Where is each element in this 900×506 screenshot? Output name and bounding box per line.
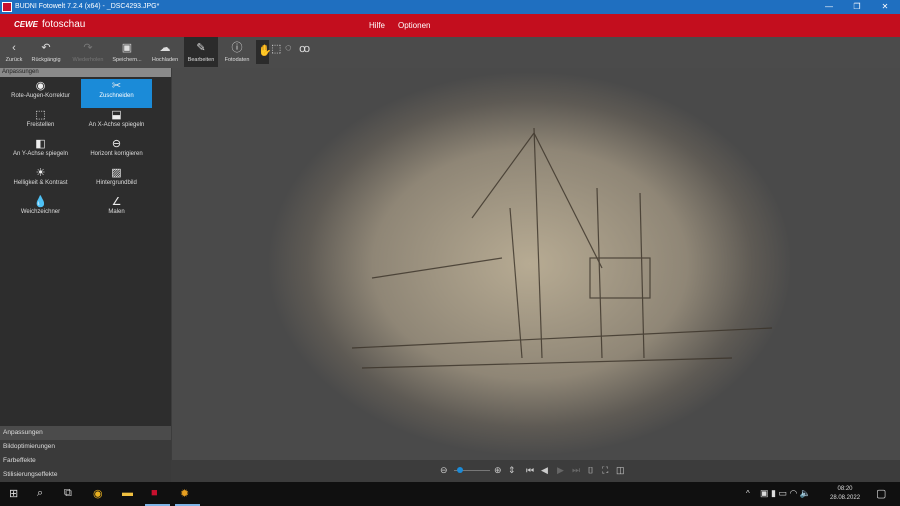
tray-chevron-icon[interactable]: ^: [746, 489, 750, 498]
tool-label: Freistellen: [26, 122, 55, 128]
tool-label: An Y-Achse spiegeln: [12, 151, 69, 157]
tool-malen[interactable]: ∠ Malen: [81, 195, 152, 224]
next-image-icon[interactable]: ▶: [557, 465, 564, 476]
windows-start-icon[interactable]: ⊞: [9, 487, 18, 500]
back-button[interactable]: ‹ Zurück: [2, 37, 26, 67]
edit-button[interactable]: ✎ Bearbeiten: [184, 37, 218, 67]
title-bar: BUDNI Fotowelt 7.2.4 (x64) - _DSC4293.JP…: [0, 0, 900, 14]
zoom-in-icon[interactable]: ⊕: [494, 465, 502, 476]
tool-icon: ∠: [111, 196, 122, 208]
redo-button[interactable]: ↷ Wiederholen: [68, 37, 108, 67]
lasso-select-icon[interactable]: ꝏ: [299, 42, 310, 55]
tool-icon: ⬓: [111, 109, 122, 121]
fit-icon[interactable]: ⇕: [508, 465, 516, 476]
tool-icon: ✂: [111, 80, 122, 92]
section-image-optimization[interactable]: Bildoptimierungen: [0, 440, 171, 454]
tool-icon: 💧: [33, 196, 48, 208]
tool-label: Weichzeichner: [20, 209, 61, 215]
photo-info-button[interactable]: ⓘ Fotodaten: [220, 37, 254, 67]
section-adjustments[interactable]: Anpassungen: [0, 426, 171, 440]
tool-icon: ⬚: [35, 109, 46, 121]
tool-zuschneiden[interactable]: ✂ Zuschneiden: [81, 79, 152, 108]
photo: [268, 72, 792, 456]
tool-label: Horizont korrigieren: [90, 151, 143, 157]
minimize-button[interactable]: —: [815, 0, 843, 14]
fullscreen-icon[interactable]: ⛶: [602, 465, 608, 476]
compare-icon[interactable]: ◫: [616, 465, 625, 476]
tool-icon: ◉: [35, 80, 46, 92]
tool-an-y-achse-spiegeln[interactable]: ◧ An Y-Achse spiegeln: [2, 137, 79, 166]
hand-tool-icon[interactable]: ✋: [256, 40, 272, 64]
menu-help[interactable]: Hilfe: [369, 21, 385, 30]
search-icon[interactable]: ⌕: [37, 487, 43, 500]
tool-label: Rote-Augen-Korrektur: [11, 93, 70, 99]
fotowelt-app-icon[interactable]: ■: [151, 487, 158, 499]
last-image-icon[interactable]: ⏭: [572, 465, 580, 476]
cloud-upload-icon: ☁: [159, 42, 171, 54]
tool-hintergrundbild[interactable]: ▨ Hintergrundbild: [81, 166, 152, 195]
window-title: BUDNI Fotowelt 7.2.4 (x64) - _DSC4293.JP…: [15, 3, 160, 10]
tool-label: Zuschneiden: [99, 93, 134, 99]
app-icon: [2, 2, 12, 12]
tool-label: Hintergrundbild: [96, 180, 137, 186]
notifications-icon[interactable]: ▢: [876, 487, 886, 500]
bookmark-icon[interactable]: ⌷: [588, 465, 593, 476]
image-canvas[interactable]: [172, 68, 900, 460]
maximize-button[interactable]: ❐: [843, 0, 871, 14]
tray-icons[interactable]: ▣ ▮ ▭ ◠ 🔈: [760, 488, 811, 499]
tool-icon: ▨: [111, 167, 122, 179]
tool-icon: ☀: [35, 167, 46, 179]
toolbar: ‹ Zurück ↶ Rückgängig ↷ Wiederholen ▣ Speich…: [0, 37, 900, 68]
undo-button[interactable]: ↶ Rückgängig: [28, 37, 64, 67]
tool-label: Helligkeit & Kontrast: [13, 180, 68, 186]
close-button[interactable]: ✕: [871, 0, 899, 14]
ellipse-select-icon[interactable]: ◌: [285, 42, 292, 54]
brand-bar: CEWE fotoschau Hilfe Optionen: [0, 14, 900, 37]
section-stylization-effects[interactable]: Stilisierungseffekte: [0, 468, 171, 482]
save-icon: ▣: [121, 42, 133, 54]
chevron-left-icon: ‹: [12, 42, 16, 54]
app-icon-2[interactable]: ✹: [180, 487, 189, 500]
panel-header: Anpassungen: [0, 68, 171, 77]
tool-label: An X-Achse spiegeln: [88, 122, 145, 128]
zoom-slider-knob[interactable]: [456, 467, 463, 473]
clock[interactable]: 08:20 28.08.2022: [830, 485, 860, 503]
save-button[interactable]: ▣ Speichern...: [110, 37, 144, 67]
info-icon: ⓘ: [231, 42, 243, 54]
file-explorer-icon[interactable]: ▬: [122, 487, 133, 499]
upload-button[interactable]: ☁ Hochladen: [148, 37, 182, 67]
previous-image-icon[interactable]: ◀: [541, 465, 548, 476]
zoom-bar: ⊖ ⊕ ⇕ ⏮ ◀ ▶ ⏭ ⌷ ⛶ ◫: [172, 460, 900, 482]
tool-an-x-achse-spiegeln[interactable]: ⬓ An X-Achse spiegeln: [81, 108, 152, 137]
tool-rote-augen-korrektur[interactable]: ◉ Rote-Augen-Korrektur: [2, 79, 79, 108]
sidebar: Anpassungen ◉ Rote-Augen-Korrektur ✂ Zuschn…: [0, 68, 171, 482]
tool-weichzeichner[interactable]: 💧 Weichzeichner: [2, 195, 79, 224]
tool-helligkeit-kontrast[interactable]: ☀ Helligkeit & Kontrast: [2, 166, 79, 195]
task-view-icon[interactable]: ⧉: [64, 487, 72, 500]
first-image-icon[interactable]: ⏮: [526, 465, 534, 476]
zoom-out-icon[interactable]: ⊖: [440, 465, 448, 476]
undo-icon: ↶: [41, 42, 51, 54]
section-color-effects[interactable]: Farbeffekte: [0, 454, 171, 468]
taskbar: ⊞ ⌕ ⧉ ◉ ▬ ■ ✹ ^ ▣ ▮ ▭ ◠ 🔈 08:20 28.08.202…: [0, 482, 900, 506]
tool-icon: ⊖: [111, 138, 122, 150]
tool-horizont-korrigieren[interactable]: ⊖ Horizont korrigieren: [81, 137, 152, 166]
rect-select-icon[interactable]: ⬚: [271, 42, 281, 55]
logo: CEWE fotoschau: [14, 19, 86, 30]
chrome-icon[interactable]: ◉: [93, 487, 103, 500]
tool-freistellen[interactable]: ⬚ Freistellen: [2, 108, 79, 137]
tool-label: Malen: [108, 209, 125, 215]
edit-icon: ✎: [196, 42, 206, 54]
tool-icon: ◧: [35, 138, 46, 150]
menu-options[interactable]: Optionen: [398, 21, 430, 30]
redo-icon: ↷: [83, 42, 93, 54]
